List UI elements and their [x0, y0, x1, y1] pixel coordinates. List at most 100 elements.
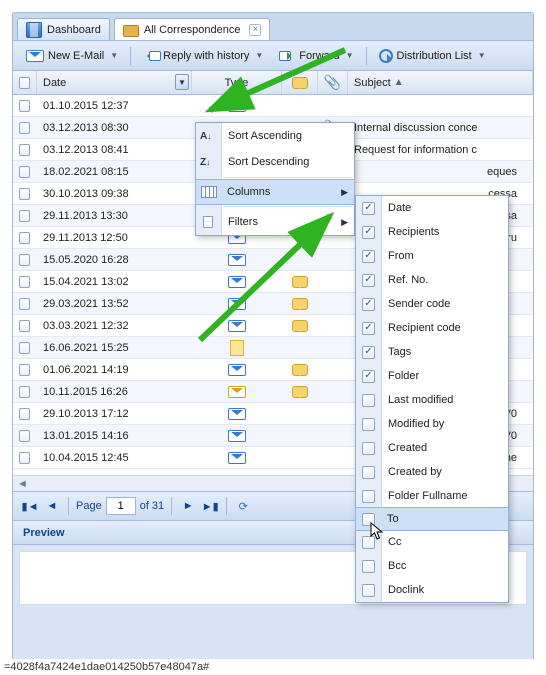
row-checkbox[interactable] — [13, 320, 37, 332]
row-checkbox[interactable] — [13, 452, 37, 464]
row-type — [192, 386, 282, 398]
checkbox-icon[interactable] — [362, 322, 375, 335]
column-menu-toggle[interactable]: ▼ — [175, 74, 189, 90]
reply-history-button[interactable]: Reply with history ▼ — [136, 45, 270, 67]
menu-column-recipient-code[interactable]: Recipient code — [356, 316, 508, 340]
checkbox-icon[interactable] — [362, 513, 375, 526]
menu-label: Recipients — [388, 226, 439, 238]
menu-column-created-by[interactable]: Created by — [356, 460, 508, 484]
row-checkbox[interactable] — [13, 364, 37, 376]
mail-icon — [26, 50, 44, 62]
menu-column-recipients[interactable]: Recipients — [356, 220, 508, 244]
column-attachment[interactable]: 📎 — [318, 71, 348, 94]
checkbox-icon[interactable] — [362, 370, 375, 383]
checkbox-icon[interactable] — [362, 250, 375, 263]
checkbox-icon[interactable] — [362, 226, 375, 239]
row-checkbox[interactable] — [13, 100, 37, 112]
row-type — [192, 100, 282, 112]
row-checkbox[interactable] — [13, 254, 37, 266]
row-checkbox[interactable] — [13, 232, 37, 244]
row-checkbox[interactable] — [13, 430, 37, 442]
menu-filters[interactable]: Filters ▶ — [196, 209, 354, 235]
checkbox-icon[interactable] — [362, 418, 375, 431]
distribution-list-button[interactable]: Distribution List ▼ — [372, 45, 493, 67]
status-text: =4028f4a7424e1dae014250b57e48047a# — [4, 661, 209, 673]
chevron-down-icon[interactable]: ▼ — [346, 51, 354, 60]
refresh-button[interactable]: ⟳ — [234, 497, 252, 515]
row-flag — [282, 276, 318, 288]
row-checkbox[interactable] — [13, 210, 37, 222]
column-date[interactable]: Date ▼ — [37, 71, 192, 94]
row-checkbox[interactable] — [13, 122, 37, 134]
row-checkbox[interactable] — [13, 408, 37, 420]
menu-label: Doclink — [388, 584, 424, 596]
row-type — [192, 340, 282, 356]
menu-column-tags[interactable]: Tags — [356, 340, 508, 364]
dashboard-icon — [26, 22, 42, 38]
tab-all-correspondence[interactable]: All Correspondence × — [114, 18, 271, 40]
menu-column-date[interactable]: Date — [356, 196, 508, 220]
chevron-right-icon: ▶ — [341, 217, 348, 228]
checkbox-icon[interactable] — [362, 274, 375, 287]
menu-columns[interactable]: Columns ▶ — [195, 179, 355, 205]
menu-column-modified-by[interactable]: Modified by — [356, 412, 508, 436]
forward-button[interactable]: Forward ▼ — [272, 45, 360, 67]
next-page-button[interactable]: ► — [179, 497, 197, 515]
mail-icon — [228, 320, 246, 332]
button-label: Distribution List — [397, 50, 472, 62]
menu-sort-ascending[interactable]: A↓ Sort Ascending — [196, 123, 354, 149]
menu-column-folder-fullname[interactable]: Folder Fullname — [356, 484, 508, 508]
checkbox-icon[interactable] — [362, 536, 375, 549]
menu-column-from[interactable]: From — [356, 244, 508, 268]
mail-icon — [228, 408, 246, 420]
close-icon[interactable]: × — [249, 24, 261, 36]
checkbox-icon[interactable] — [362, 394, 375, 407]
menu-column-created[interactable]: Created — [356, 436, 508, 460]
row-checkbox[interactable] — [13, 386, 37, 398]
column-subject[interactable]: Subject ▲ — [348, 71, 533, 94]
checkbox-icon[interactable] — [362, 560, 375, 573]
table-row[interactable]: 01.10.2015 12:37 — [13, 95, 533, 117]
chevron-down-icon[interactable]: ▼ — [255, 51, 263, 60]
menu-column-bcc[interactable]: Bcc — [356, 554, 508, 578]
row-checkbox[interactable] — [13, 166, 37, 178]
row-type — [192, 276, 282, 288]
new-email-button[interactable]: New E-Mail ▼ — [19, 45, 125, 67]
menu-sort-descending[interactable]: Z↓ Sort Descending — [196, 149, 354, 175]
menu-column-last-modified[interactable]: Last modified — [356, 388, 508, 412]
row-checkbox[interactable] — [13, 188, 37, 200]
last-page-button[interactable]: ►▮ — [201, 497, 219, 515]
row-type — [192, 364, 282, 376]
page-input[interactable] — [106, 497, 136, 515]
menu-label: Folder — [388, 370, 419, 382]
menu-column-doclink[interactable]: Doclink — [356, 578, 508, 602]
checkbox-icon[interactable] — [362, 466, 375, 479]
chevron-down-icon[interactable]: ▼ — [478, 51, 486, 60]
row-checkbox[interactable] — [13, 298, 37, 310]
checkbox-icon[interactable] — [362, 490, 375, 503]
chevron-down-icon[interactable]: ▼ — [110, 51, 118, 60]
checkbox-icon[interactable] — [362, 584, 375, 597]
checkbox-icon[interactable] — [362, 442, 375, 455]
mail-icon — [228, 386, 246, 398]
column-flag[interactable] — [282, 71, 318, 94]
column-type[interactable]: Type — [192, 71, 282, 94]
menu-column-folder[interactable]: Folder — [356, 364, 508, 388]
tab-dashboard[interactable]: Dashboard — [17, 18, 110, 40]
row-date: 03.12.2013 08:30 — [37, 122, 192, 134]
prev-page-button[interactable]: ◄ — [43, 497, 61, 515]
menu-column-to[interactable]: To — [355, 507, 509, 531]
toolbar: New E-Mail ▼ Reply with history ▼ Forwar… — [13, 41, 533, 71]
checkbox-icon[interactable] — [362, 202, 375, 215]
menu-column-cc[interactable]: Cc — [356, 530, 508, 554]
checkbox-icon[interactable] — [362, 298, 375, 311]
row-type — [192, 320, 282, 332]
row-checkbox[interactable] — [13, 144, 37, 156]
row-checkbox[interactable] — [13, 276, 37, 288]
row-checkbox[interactable] — [13, 342, 37, 354]
checkbox-icon[interactable] — [362, 346, 375, 359]
first-page-button[interactable]: ▮◄ — [21, 497, 39, 515]
column-checkbox[interactable] — [13, 71, 37, 94]
menu-column-ref-no-[interactable]: Ref. No. — [356, 268, 508, 292]
menu-column-sender-code[interactable]: Sender code — [356, 292, 508, 316]
